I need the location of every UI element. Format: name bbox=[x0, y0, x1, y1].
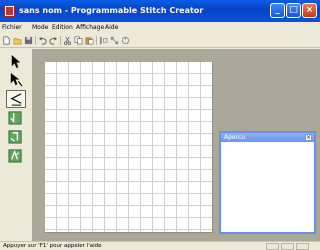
copy-icon[interactable] bbox=[74, 36, 83, 45]
status-text: Appuyer sur 'F1' pour appeler l'aide bbox=[3, 243, 102, 249]
paste-icon[interactable] bbox=[85, 36, 94, 45]
preview-title: Apercu bbox=[224, 134, 246, 141]
status-panel-2 bbox=[281, 243, 294, 250]
preview-title-bar[interactable]: Apercu × bbox=[221, 133, 314, 142]
status-panel-3 bbox=[296, 243, 309, 250]
menu-affichage[interactable]: Affichage bbox=[76, 24, 104, 31]
stitch-line-icon[interactable] bbox=[6, 90, 26, 108]
menu-mode[interactable]: Mode bbox=[32, 24, 48, 31]
menu-fichier[interactable]: Fichier bbox=[2, 24, 22, 31]
save-icon[interactable] bbox=[24, 36, 33, 45]
point-arrow-icon[interactable] bbox=[6, 71, 26, 89]
menu-bar: Fichier Mode Edition Affichage Aide bbox=[0, 22, 320, 33]
undo-icon[interactable] bbox=[38, 36, 47, 45]
pattern-2-icon[interactable] bbox=[6, 128, 26, 146]
title-bar: sans nom - Programmable Stitch Creator _… bbox=[0, 0, 320, 22]
menu-aide[interactable]: Aide bbox=[105, 24, 118, 31]
status-panel-1 bbox=[266, 243, 279, 250]
maximize-button[interactable]: □ bbox=[286, 3, 301, 18]
status-bar: Appuyer sur 'F1' pour appeler l'aide bbox=[0, 241, 320, 250]
icon-10[interactable] bbox=[110, 36, 119, 45]
new-icon[interactable] bbox=[2, 36, 11, 45]
icon-11[interactable] bbox=[121, 36, 130, 45]
close-button[interactable]: × bbox=[302, 3, 317, 18]
select-arrow-icon[interactable] bbox=[6, 53, 26, 71]
open-icon[interactable] bbox=[13, 36, 22, 45]
preview-window: Apercu × bbox=[219, 131, 316, 234]
window-title: sans nom - Programmable Stitch Creator bbox=[19, 6, 204, 15]
icon-9[interactable] bbox=[99, 36, 108, 45]
minimize-button[interactable]: _ bbox=[270, 3, 285, 18]
pattern-1-icon[interactable] bbox=[6, 109, 26, 127]
stitch-grid-canvas[interactable] bbox=[45, 62, 213, 233]
menu-edition[interactable]: Edition bbox=[52, 24, 73, 31]
tool-palette bbox=[0, 49, 32, 241]
pattern-3-icon[interactable] bbox=[6, 147, 26, 165]
redo-icon[interactable] bbox=[49, 36, 58, 45]
app-icon bbox=[4, 5, 15, 17]
preview-close-icon[interactable]: × bbox=[305, 134, 312, 141]
cut-icon[interactable] bbox=[63, 36, 72, 45]
toolbar bbox=[0, 33, 320, 48]
